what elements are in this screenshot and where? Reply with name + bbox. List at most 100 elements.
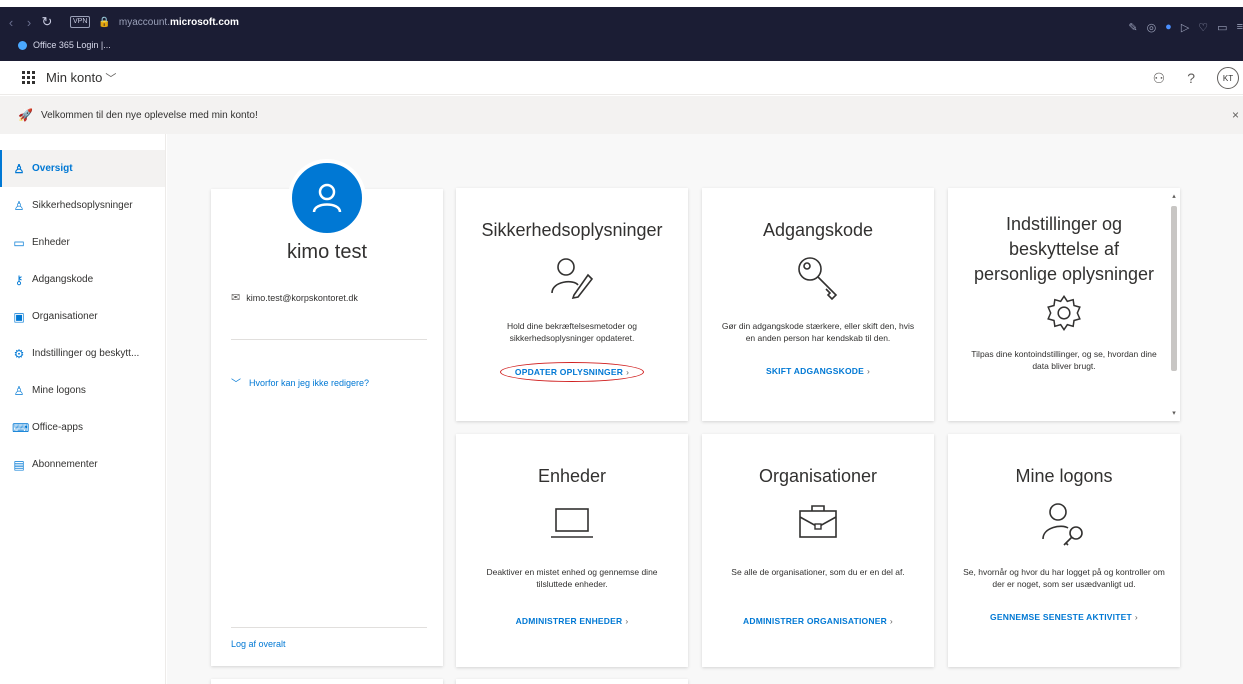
briefcase-icon: ▣ — [13, 309, 25, 324]
sidebar-item-label: Office-apps — [32, 422, 83, 433]
app-title-dropdown[interactable]: Min konto ﹀ — [46, 70, 116, 86]
heart-icon[interactable]: ♡ — [1198, 21, 1208, 34]
address-bar[interactable]: myaccount.microsoft.com — [119, 17, 239, 28]
sidebar-item-oversigt[interactable]: ♙ Oversigt — [0, 150, 165, 187]
profile-email: kimo.test@korpskontoret.dk — [246, 292, 358, 303]
header-actions: ⚇ ? KT — [1153, 67, 1239, 89]
tile-title: Adgangskode — [762, 220, 874, 240]
lock-icon[interactable]: 🔒 — [98, 17, 110, 28]
link-label: ADMINISTRER ORGANISATIONER — [743, 616, 887, 626]
why-cant-edit-link[interactable]: ﹀ Hvorfor kan jeg ikke redigere? — [231, 375, 369, 391]
window-top-edge — [0, 0, 1243, 7]
address-row: ‹ › ↻ VPN 🔒 myaccount.microsoft.com ✎ ◎ … — [0, 10, 1243, 34]
url-domain: microsoft.com — [170, 16, 239, 28]
organisations-tile: Organisationer Se alle de organisationer… — [702, 434, 934, 667]
update-info-link[interactable]: OPDATER OPLYSNINGER › — [456, 362, 688, 382]
key-icon: ⚷ — [14, 272, 24, 287]
privacy-settings-tile: Indstillinger og beskyttelse af personli… — [948, 188, 1180, 421]
scrollbar-thumb[interactable] — [1171, 206, 1177, 371]
signin-icon: ♙ — [13, 383, 25, 398]
shield-icon[interactable]: ● — [1165, 21, 1172, 34]
browser-toolbar: ‹ › ↻ VPN 🔒 myaccount.microsoft.com ✎ ◎ … — [0, 0, 1243, 61]
next-row-card — [456, 679, 688, 684]
scroll-down-icon[interactable]: ▾ — [1170, 409, 1178, 417]
app-title: Min konto — [46, 69, 103, 85]
change-password-link[interactable]: SKIFT ADGANGSKODE › — [702, 366, 934, 376]
reload-icon[interactable]: ↻ — [38, 14, 56, 30]
browser-tab[interactable]: Office 365 Login |... — [18, 40, 111, 50]
devices-tile: Enheder Deaktiver en mistet enhed og gen… — [456, 434, 688, 667]
my-signins-tile: Mine logons Se, hvornår og hvor du har l… — [948, 434, 1180, 667]
scroll-up-icon[interactable]: ▴ — [1170, 192, 1178, 200]
password-tile: Adgangskode Gør din adgangskode stærkere… — [702, 188, 934, 421]
link-label: ADMINISTRER ENHEDER — [515, 616, 623, 626]
tile-title: Indstillinger og beskyttelse af personli… — [973, 214, 1155, 284]
sidebar-item-office-apps[interactable]: ⌨ Office-apps — [0, 409, 165, 446]
vpn-badge[interactable]: VPN — [70, 16, 91, 28]
app-header: Min konto ﹀ ⚇ ? KT — [0, 61, 1243, 95]
mail-icon: ✉ — [231, 292, 241, 304]
camera-icon[interactable]: ◎ — [1147, 21, 1157, 34]
review-recent-activity-link[interactable]: GENNEMSE SENESTE AKTIVITET › — [948, 612, 1180, 622]
link-label: OPDATER OPLYSNINGER — [514, 367, 624, 377]
tab-favicon-icon — [18, 40, 27, 50]
battery-icon[interactable]: ▭ — [1217, 21, 1227, 34]
sidebar-item-label: Oversigt — [32, 163, 73, 174]
sidebar-item-organisationer[interactable]: ▣ Organisationer — [0, 298, 165, 335]
divider — [231, 627, 427, 628]
sign-out-everywhere-link[interactable]: Log af overalt — [231, 639, 286, 649]
org-chart-icon[interactable]: ⚇ — [1153, 70, 1166, 87]
security-info-icon: ♙ — [13, 198, 25, 213]
manage-organisations-link[interactable]: ADMINISTRER ORGANISATIONER › — [702, 616, 934, 626]
link-label: GENNEMSE SENESTE AKTIVITET — [990, 612, 1132, 622]
close-icon[interactable]: × — [1232, 108, 1239, 122]
edit-icon[interactable]: ✎ — [1128, 21, 1137, 34]
sidebar-item-mine-logons[interactable]: ♙ Mine logons — [0, 372, 165, 409]
apps-icon: ⌨ — [12, 420, 30, 435]
sidebar-item-adgangskode[interactable]: ⚷ Adgangskode — [0, 261, 165, 298]
tile-title: Enheder — [537, 466, 607, 486]
sidebar-item-label: Mine logons — [32, 385, 86, 396]
manage-devices-link[interactable]: ADMINISTRER ENHEDER › — [456, 616, 688, 626]
profile-card: kimo test ✉ kimo.test@korpskontoret.dk ﹀… — [211, 159, 443, 666]
security-info-tile: Sikkerhedsoplysninger Hold dine bekræfte… — [456, 188, 688, 421]
avatar[interactable]: KT — [1217, 67, 1239, 89]
tile-description: Se alle de organisationer, som du er en … — [731, 567, 905, 577]
tab-title: Office 365 Login |... — [33, 40, 111, 50]
menu-icon[interactable]: ≡ — [1237, 21, 1243, 34]
chevron-right-icon: › — [625, 616, 629, 626]
sidebar-item-sikkerhedsoplysninger[interactable]: ♙ Sikkerhedsoplysninger — [0, 187, 165, 224]
tile-scrollbar[interactable]: ▴ ▾ — [1170, 192, 1178, 417]
person-icon — [312, 183, 342, 213]
profile-name: kimo test — [286, 241, 368, 263]
tile-title: Sikkerhedsoplysninger — [481, 220, 663, 240]
rocket-icon: 🚀 — [18, 108, 33, 122]
sidebar-item-abonnementer[interactable]: ▤ Abonnementer — [0, 446, 165, 483]
main-content: kimo test ✉ kimo.test@korpskontoret.dk ﹀… — [167, 134, 1243, 684]
divider — [231, 339, 427, 340]
gear-icon: ⚙ — [13, 346, 25, 361]
chevron-right-icon: › — [626, 367, 630, 377]
sidebar-item-label: Indstillinger og beskytt... — [32, 348, 140, 359]
card-icon: ▤ — [13, 457, 25, 472]
laptop-icon — [551, 508, 593, 538]
tile-title: Mine logons — [1015, 466, 1113, 486]
tile-description: Tilpas dine kontoindstillinger, og se, h… — [971, 349, 1157, 371]
sidebar-item-label: Adgangskode — [32, 274, 94, 285]
back-icon[interactable]: ‹ — [2, 15, 20, 30]
app-launcher-icon[interactable] — [22, 70, 36, 85]
chevron-down-icon: ﹀ — [105, 72, 117, 85]
play-icon[interactable]: ▷ — [1181, 21, 1189, 34]
sidebar-item-enheder[interactable]: ▭ Enheder — [0, 224, 165, 261]
sidebar-item-label: Sikkerhedsoplysninger — [32, 200, 133, 211]
highlight-circle: OPDATER OPLYSNINGER › — [499, 362, 645, 382]
chevron-right-icon: › — [889, 616, 893, 626]
sidebar-item-indstillinger[interactable]: ⚙ Indstillinger og beskytt... — [0, 335, 165, 372]
url-prefix: myaccount. — [118, 16, 170, 28]
tile-description: Deaktiver en mistet enhed og gennemse di… — [486, 567, 658, 589]
tile-title: Organisationer — [758, 466, 878, 486]
help-icon[interactable]: ? — [1187, 70, 1195, 86]
sidebar-item-label: Organisationer — [32, 311, 98, 322]
person-icon: ♙ — [13, 161, 25, 176]
forward-icon[interactable]: › — [20, 15, 38, 30]
